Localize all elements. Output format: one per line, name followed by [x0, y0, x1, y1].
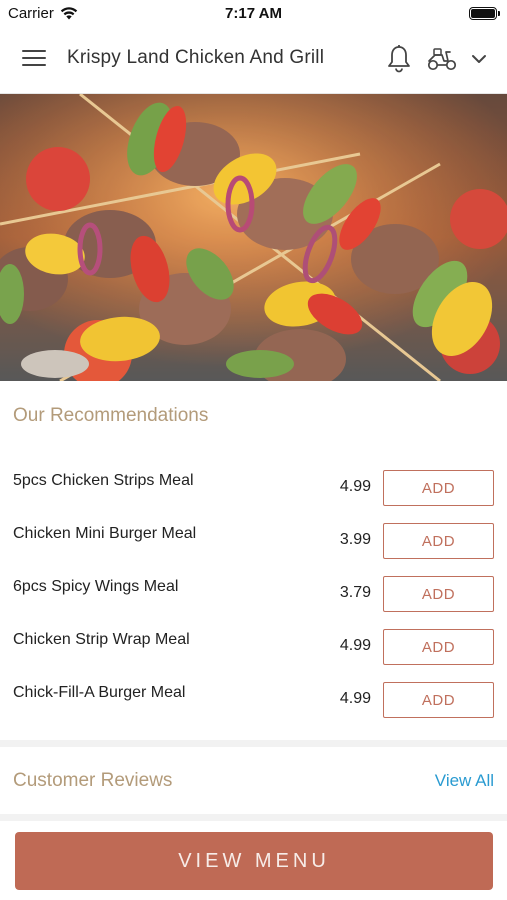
list-item: 6pcs Spicy Wings Meal 3.79 ADD	[0, 568, 507, 621]
recommendations-title: Our Recommendations	[13, 405, 209, 426]
list-item: Chick-Fill-A Burger Meal 4.99 ADD	[0, 674, 507, 727]
menu-icon[interactable]	[22, 50, 46, 68]
bell-icon[interactable]	[386, 44, 412, 74]
list-item: Chicken Strip Wrap Meal 4.99 ADD	[0, 621, 507, 674]
add-button[interactable]: ADD	[383, 523, 494, 559]
scooter-icon[interactable]	[426, 46, 458, 72]
view-all-link[interactable]: View All	[435, 771, 494, 791]
section-divider	[0, 814, 507, 821]
view-menu-button[interactable]: VIEW MENU	[15, 832, 493, 890]
item-price: 4.99	[339, 637, 371, 654]
recommendation-list: 5pcs Chicken Strips Meal 4.99 ADD Chicke…	[0, 462, 507, 727]
status-time: 7:17 AM	[225, 5, 282, 22]
add-button[interactable]: ADD	[383, 576, 494, 612]
add-button[interactable]: ADD	[383, 629, 494, 665]
item-name: 6pcs Spicy Wings Meal	[13, 578, 179, 595]
hero-image	[0, 94, 507, 381]
reviews-title: Customer Reviews	[13, 770, 173, 791]
battery-icon	[469, 7, 500, 20]
add-button[interactable]: ADD	[383, 682, 494, 718]
status-bar: Carrier 7:17 AM	[0, 0, 507, 26]
item-name: 5pcs Chicken Strips Meal	[13, 472, 194, 489]
item-price: 3.79	[339, 584, 371, 601]
chevron-down-icon[interactable]	[470, 50, 488, 68]
item-name: Chicken Mini Burger Meal	[13, 525, 197, 542]
add-button[interactable]: ADD	[383, 470, 494, 506]
item-price: 3.99	[339, 531, 371, 548]
list-item: 5pcs Chicken Strips Meal 4.99 ADD	[0, 462, 507, 515]
item-name: Chicken Strip Wrap Meal	[13, 631, 190, 648]
app-header: Krispy Land Chicken And Grill	[0, 26, 507, 94]
item-price: 4.99	[339, 690, 371, 707]
item-price: 4.99	[339, 478, 371, 495]
list-item: Chicken Mini Burger Meal 3.99 ADD	[0, 515, 507, 568]
item-name: Chick-Fill-A Burger Meal	[13, 684, 186, 701]
restaurant-title: Krispy Land Chicken And Grill	[67, 47, 325, 68]
section-divider	[0, 740, 507, 747]
